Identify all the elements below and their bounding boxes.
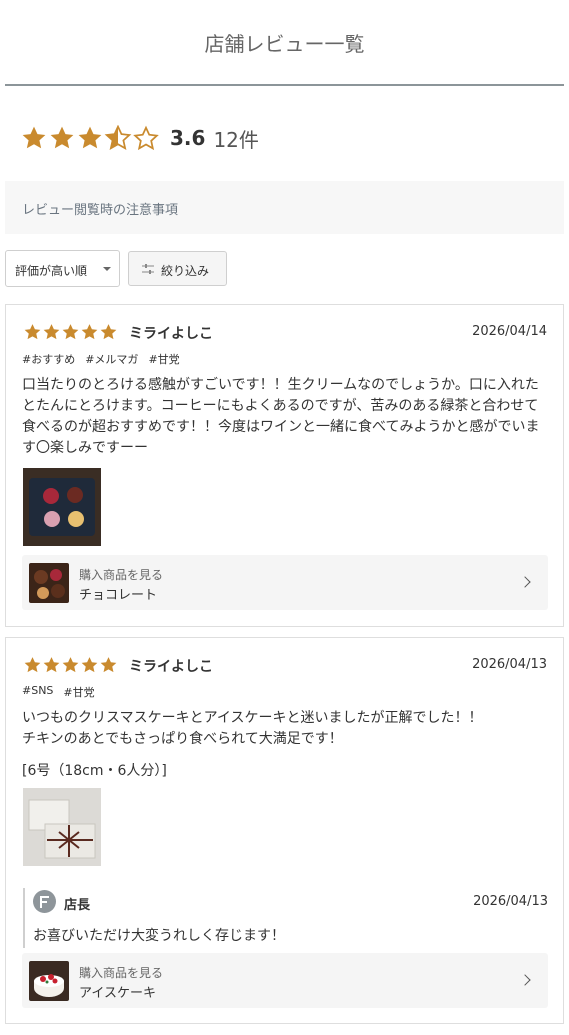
- star-half-icon: [104, 125, 132, 151]
- filter-label: 絞り込み: [161, 264, 210, 278]
- star-full-icon: [42, 323, 61, 341]
- filter-button[interactable]: 絞り込み: [128, 251, 227, 286]
- shop-avatar-icon: [33, 890, 56, 913]
- product-thumbnail: [29, 961, 69, 1001]
- reply-author: 店長: [64, 898, 91, 913]
- review-tags: #おすすめ #メルマガ #甘党: [22, 351, 190, 367]
- chevron-right-icon: [519, 576, 531, 588]
- caret-down-icon: [103, 267, 111, 271]
- rating-summary: 3.6 12件: [20, 124, 259, 152]
- review-body: 口当たりのとろける感触がすごいです！！生クリームなのでしょうか。口に入れたとたん…: [22, 377, 540, 456]
- average-rating: 3.6: [170, 126, 206, 150]
- review-tag[interactable]: #SNS: [22, 684, 53, 700]
- product-link-label: 購入商品を見る: [79, 966, 164, 980]
- review-card: ミライよしこ 2026/04/13 #SNS #甘党 いつものクリスマスケーキと…: [5, 637, 564, 1024]
- review-body-line: いつものクリスマスケーキとアイスケーキと迷いましたが正解でした！！: [22, 710, 483, 726]
- star-full-icon: [80, 323, 99, 341]
- review-notice-link[interactable]: レビュー閲覧時の注意事項: [5, 181, 564, 234]
- product-thumbnail: [29, 563, 69, 603]
- star-empty-icon: [132, 125, 160, 151]
- average-star-rating: [20, 125, 160, 151]
- reviewer-name: ミライよしこ: [129, 326, 213, 342]
- review-star-rating: [23, 656, 118, 674]
- review-body: いつものクリスマスケーキとアイスケーキと迷いましたが正解でした！！ チキンのあと…: [22, 708, 547, 750]
- review-count: 12件: [213, 127, 259, 152]
- review-tag[interactable]: #メルマガ: [85, 351, 138, 367]
- review-card: ミライよしこ 2026/04/14 #おすすめ #メルマガ #甘党 口当たりのと…: [5, 304, 564, 627]
- page-header: 店舗レビュー一覧: [0, 0, 569, 86]
- star-full-icon: [23, 656, 42, 674]
- star-full-icon: [23, 323, 42, 341]
- product-name: アイスケーキ: [79, 986, 156, 1001]
- star-full-icon: [80, 656, 99, 674]
- review-star-rating: [23, 323, 118, 341]
- sort-select[interactable]: 評価が高い順: [5, 250, 120, 287]
- chocolate-photo-image: [23, 468, 101, 546]
- product-link-label: 購入商品を見る: [79, 568, 164, 582]
- review-tag[interactable]: #甘党: [63, 684, 94, 700]
- review-date: 2026/04/14: [472, 324, 547, 339]
- review-photo[interactable]: [23, 788, 101, 866]
- star-full-icon: [76, 125, 104, 151]
- star-full-icon: [99, 656, 118, 674]
- reply-text: お喜びいただけ大変うれしく存じます！: [33, 928, 285, 944]
- product-name: チョコレート: [79, 588, 158, 603]
- review-tag[interactable]: #甘党: [148, 351, 179, 367]
- chocolate-product-image: [29, 563, 69, 603]
- star-full-icon: [61, 323, 80, 341]
- star-full-icon: [99, 323, 118, 341]
- page-title: 店舗レビュー一覧: [204, 32, 365, 56]
- cake-box-photo-image: [23, 788, 101, 866]
- review-tag[interactable]: #おすすめ: [22, 351, 75, 367]
- review-body-line: チキンのあとでもさっぱり食べられて大満足です！: [22, 731, 343, 747]
- review-product-variant: [6号（18cm・6人分）]: [22, 763, 167, 779]
- chevron-right-icon: [519, 974, 531, 986]
- shop-reply: 店長 2026/04/13 お喜びいただけ大変うれしく存じます！: [23, 888, 548, 948]
- star-full-icon: [20, 125, 48, 151]
- star-full-icon: [42, 656, 61, 674]
- notice-text: レビュー閲覧時の注意事項: [22, 203, 179, 218]
- reply-date: 2026/04/13: [473, 894, 548, 909]
- header-divider: [5, 84, 564, 86]
- review-date: 2026/04/13: [472, 657, 547, 672]
- ice-cake-product-image: [29, 961, 69, 1001]
- review-tags: #SNS #甘党: [22, 684, 105, 700]
- purchased-product-link[interactable]: 購入商品を見る チョコレート: [22, 555, 548, 610]
- sort-selected-value: 評価が高い順: [15, 264, 88, 278]
- purchased-product-link[interactable]: 購入商品を見る アイスケーキ: [22, 953, 548, 1008]
- review-photo[interactable]: [23, 468, 101, 546]
- star-full-icon: [61, 656, 80, 674]
- reviewer-name: ミライよしこ: [129, 659, 213, 675]
- star-full-icon: [48, 125, 76, 151]
- sliders-icon: [142, 264, 154, 274]
